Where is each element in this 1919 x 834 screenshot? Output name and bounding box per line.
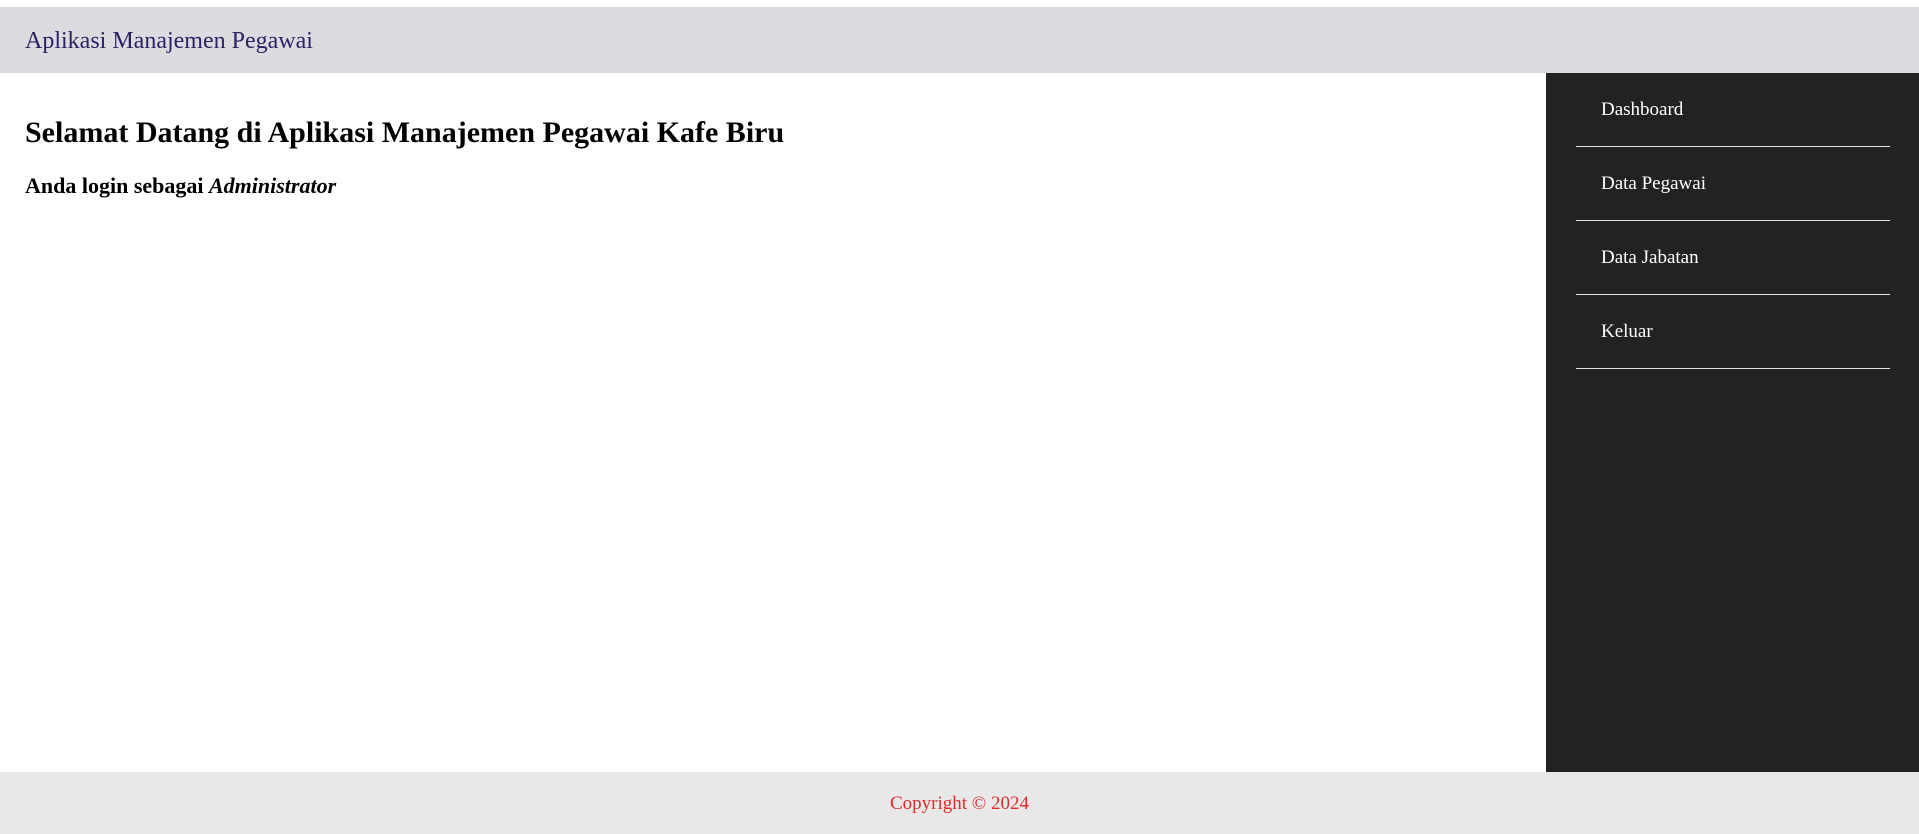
copyright-text: Copyright © 2024 [890,792,1029,814]
main-content: Selamat Datang di Aplikasi Manajemen Peg… [0,73,1546,772]
sidebar-item-data-pegawai[interactable]: Data Pegawai [1576,147,1890,221]
sidebar-item-label: Keluar [1601,321,1653,342]
sidebar-item-label: Data Jabatan [1601,247,1699,268]
sidebar-item-keluar[interactable]: Keluar [1576,295,1890,369]
sidebar-item-label: Dashboard [1601,99,1684,120]
sidebar: Dashboard Data Pegawai Data Jabatan Kelu… [1546,73,1919,772]
login-info: Anda login sebagai Administrator [25,173,1546,198]
sidebar-menu: Dashboard Data Pegawai Data Jabatan Kelu… [1576,73,1890,369]
sidebar-item-label: Data Pegawai [1601,173,1706,194]
header-bar: Aplikasi Manajemen Pegawai [0,7,1919,73]
login-prefix: Anda login sebagai [25,173,209,198]
welcome-heading: Selamat Datang di Aplikasi Manajemen Peg… [25,116,785,149]
sidebar-item-dashboard[interactable]: Dashboard [1576,73,1890,147]
sidebar-item-data-jabatan[interactable]: Data Jabatan [1576,221,1890,295]
page: Aplikasi Manajemen Pegawai Selamat Datan… [0,0,1919,834]
app-title[interactable]: Aplikasi Manajemen Pegawai [25,27,313,53]
login-role: Administrator [209,173,337,198]
footer: Copyright © 2024 [0,772,1919,834]
